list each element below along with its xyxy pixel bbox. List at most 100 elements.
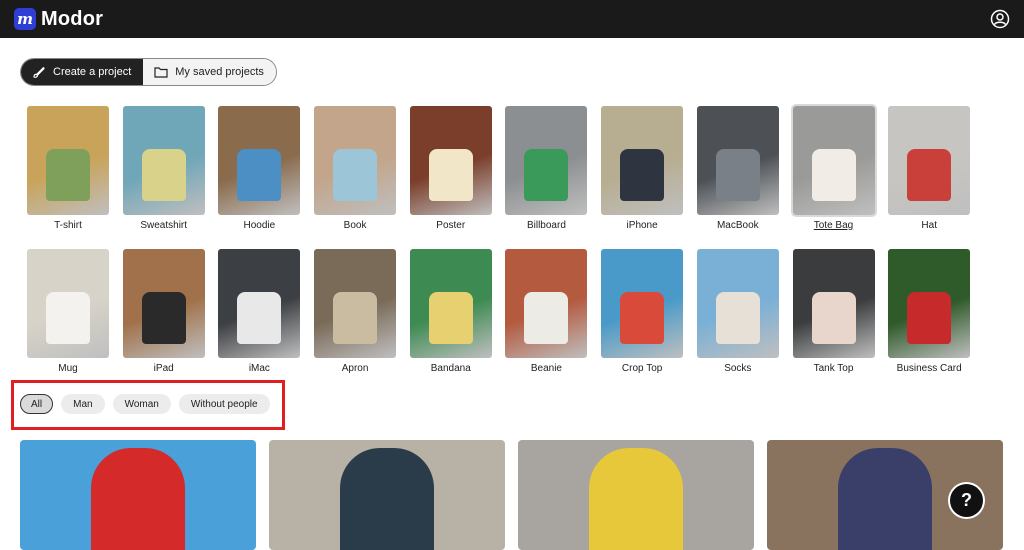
product-thumbnail	[409, 249, 492, 358]
help-button[interactable]: ?	[950, 484, 983, 517]
product-card-mug[interactable]: Mug	[27, 249, 109, 374]
gallery-image[interactable]	[20, 440, 256, 550]
gallery-subject	[339, 448, 435, 550]
product-thumbnail	[27, 249, 109, 358]
product-label: Poster	[436, 220, 466, 231]
product-thumbnail	[792, 249, 875, 358]
filter-chip-woman[interactable]: Woman	[112, 394, 171, 414]
tab-label: Create a project	[53, 66, 132, 78]
product-thumbnail	[218, 106, 301, 215]
product-label: T-shirt	[54, 220, 82, 231]
product-card-sweatshirt[interactable]: Sweatshirt	[122, 106, 205, 231]
product-thumbnail	[505, 106, 588, 215]
product-card-socks[interactable]: Socks	[696, 249, 779, 374]
product-label: MacBook	[716, 220, 759, 231]
product-shape	[46, 149, 90, 201]
brush-icon	[33, 67, 45, 78]
product-thumbnail	[409, 106, 492, 215]
tab-label: My saved projects	[175, 66, 264, 78]
app-name: Modor	[41, 7, 104, 30]
product-shape	[428, 149, 473, 201]
product-label: Bandana	[430, 363, 471, 374]
logo[interactable]: m Modor	[14, 8, 103, 31]
project-tabs: Create a project My saved projects	[20, 58, 277, 86]
gallery-image[interactable]	[269, 440, 505, 550]
product-thumbnail	[218, 249, 301, 358]
product-label: Tank Top	[813, 363, 854, 374]
product-shape	[811, 292, 856, 344]
product-label: iMac	[248, 363, 270, 374]
filter-chip-man[interactable]: Man	[61, 394, 105, 414]
product-label: Apron	[341, 363, 369, 374]
product-card-ipad[interactable]: iPad	[122, 249, 205, 374]
product-label: Mug	[58, 363, 78, 374]
product-shape	[237, 149, 282, 201]
product-card-book[interactable]: Book	[314, 106, 397, 231]
product-label: Billboard	[526, 220, 566, 231]
product-label: Hoodie	[243, 220, 276, 231]
product-shape	[620, 149, 665, 201]
product-shape	[46, 292, 90, 344]
product-label: Tote Bag	[813, 220, 854, 231]
product-label: Sweatshirt	[140, 220, 188, 231]
product-shape	[620, 292, 665, 344]
product-card-t-shirt[interactable]: T-shirt	[27, 106, 109, 231]
product-label: Business Card	[896, 363, 962, 374]
product-shape	[428, 292, 473, 344]
tab-create-project[interactable]: Create a project	[21, 59, 144, 85]
product-shape	[333, 292, 378, 344]
product-label: Hat	[921, 220, 937, 231]
top-bar: m Modor	[0, 0, 1024, 38]
product-card-tank-top[interactable]: Tank Top	[792, 249, 875, 374]
tab-saved-projects[interactable]: My saved projects	[143, 59, 276, 85]
product-label: Beanie	[530, 363, 562, 374]
product-shape	[524, 292, 569, 344]
product-card-apron[interactable]: Apron	[314, 249, 397, 374]
folder-icon	[154, 67, 168, 78]
filter-chip-without-people[interactable]: Without people	[178, 394, 270, 414]
product-label: iPad	[153, 363, 174, 374]
product-shape	[333, 149, 378, 201]
product-grid: T-shirt Sweatshirt Hoodie Book Poster Billboa…	[27, 104, 977, 374]
product-thumbnail	[888, 106, 971, 215]
product-card-imac[interactable]: iMac	[218, 249, 301, 374]
gallery-subject	[837, 448, 933, 550]
product-card-tote-bag[interactable]: Tote Bag	[790, 104, 877, 231]
product-card-iphone[interactable]: iPhone	[601, 106, 684, 231]
product-shape	[907, 292, 952, 344]
product-shape	[237, 292, 282, 344]
product-thumbnail	[790, 104, 877, 217]
product-card-bandana[interactable]: Bandana	[409, 249, 492, 374]
product-card-beanie[interactable]: Beanie	[505, 249, 588, 374]
user-circle-icon[interactable]	[990, 9, 1010, 29]
product-thumbnail	[601, 249, 684, 358]
gallery-image[interactable]	[518, 440, 754, 550]
product-card-crop-top[interactable]: Crop Top	[601, 249, 684, 374]
product-shape	[715, 149, 760, 201]
mockup-gallery	[20, 440, 1004, 550]
product-label: iPhone	[626, 220, 658, 231]
product-thumbnail	[505, 249, 588, 358]
help-icon: ?	[961, 490, 972, 510]
product-label: Book	[343, 220, 367, 231]
product-card-hoodie[interactable]: Hoodie	[218, 106, 301, 231]
product-card-macbook[interactable]: MacBook	[696, 106, 779, 231]
product-label: Socks	[724, 363, 752, 374]
product-card-hat[interactable]: Hat	[888, 106, 971, 231]
product-thumbnail	[696, 249, 779, 358]
product-card-billboard[interactable]: Billboard	[505, 106, 588, 231]
product-thumbnail	[314, 106, 397, 215]
product-thumbnail	[122, 249, 205, 358]
product-thumbnail	[696, 106, 779, 215]
product-card-business-card[interactable]: Business Card	[888, 249, 971, 374]
gallery-subject	[90, 448, 186, 550]
product-label: Crop Top	[621, 363, 663, 374]
product-thumbnail	[314, 249, 397, 358]
filter-chips: All Man Woman Without people	[20, 394, 270, 414]
product-shape	[141, 149, 186, 201]
product-shape	[524, 149, 569, 201]
filter-chip-all[interactable]: All	[20, 394, 54, 414]
product-thumbnail	[122, 106, 205, 215]
product-card-poster[interactable]: Poster	[409, 106, 492, 231]
product-shape	[715, 292, 760, 344]
